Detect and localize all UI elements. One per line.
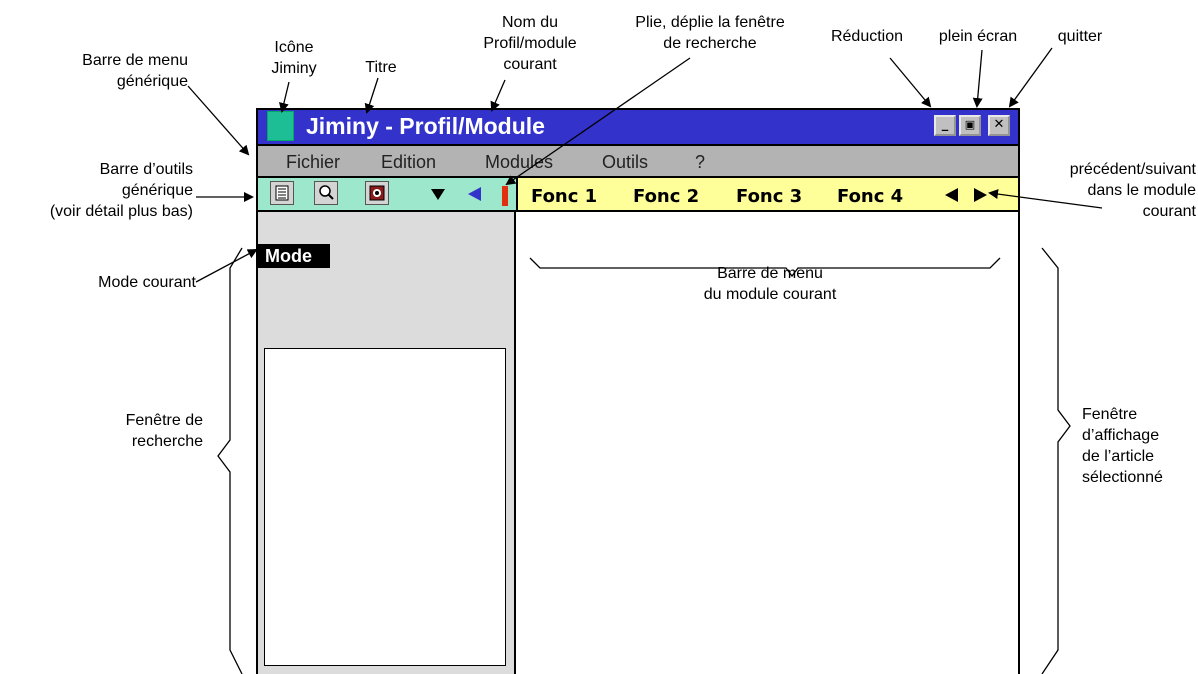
arrow-titre	[364, 77, 379, 114]
arrow-quitter	[1008, 47, 1053, 108]
arrow-precedent-suivant	[988, 189, 1103, 209]
arrow-reduction	[889, 57, 932, 108]
brace-display-window	[1041, 247, 1071, 674]
arrow-mode-courant	[195, 249, 258, 283]
arrow-plie-deplie	[505, 57, 691, 186]
brace-search-window	[217, 247, 243, 674]
annotation-arrows	[187, 47, 1103, 674]
arrow-barre-menu	[187, 85, 250, 156]
arrow-nom-profil	[490, 79, 506, 112]
arrow-icone	[279, 81, 290, 113]
brace-module-menu	[529, 257, 1001, 278]
arrow-plein-ecran	[972, 49, 983, 108]
